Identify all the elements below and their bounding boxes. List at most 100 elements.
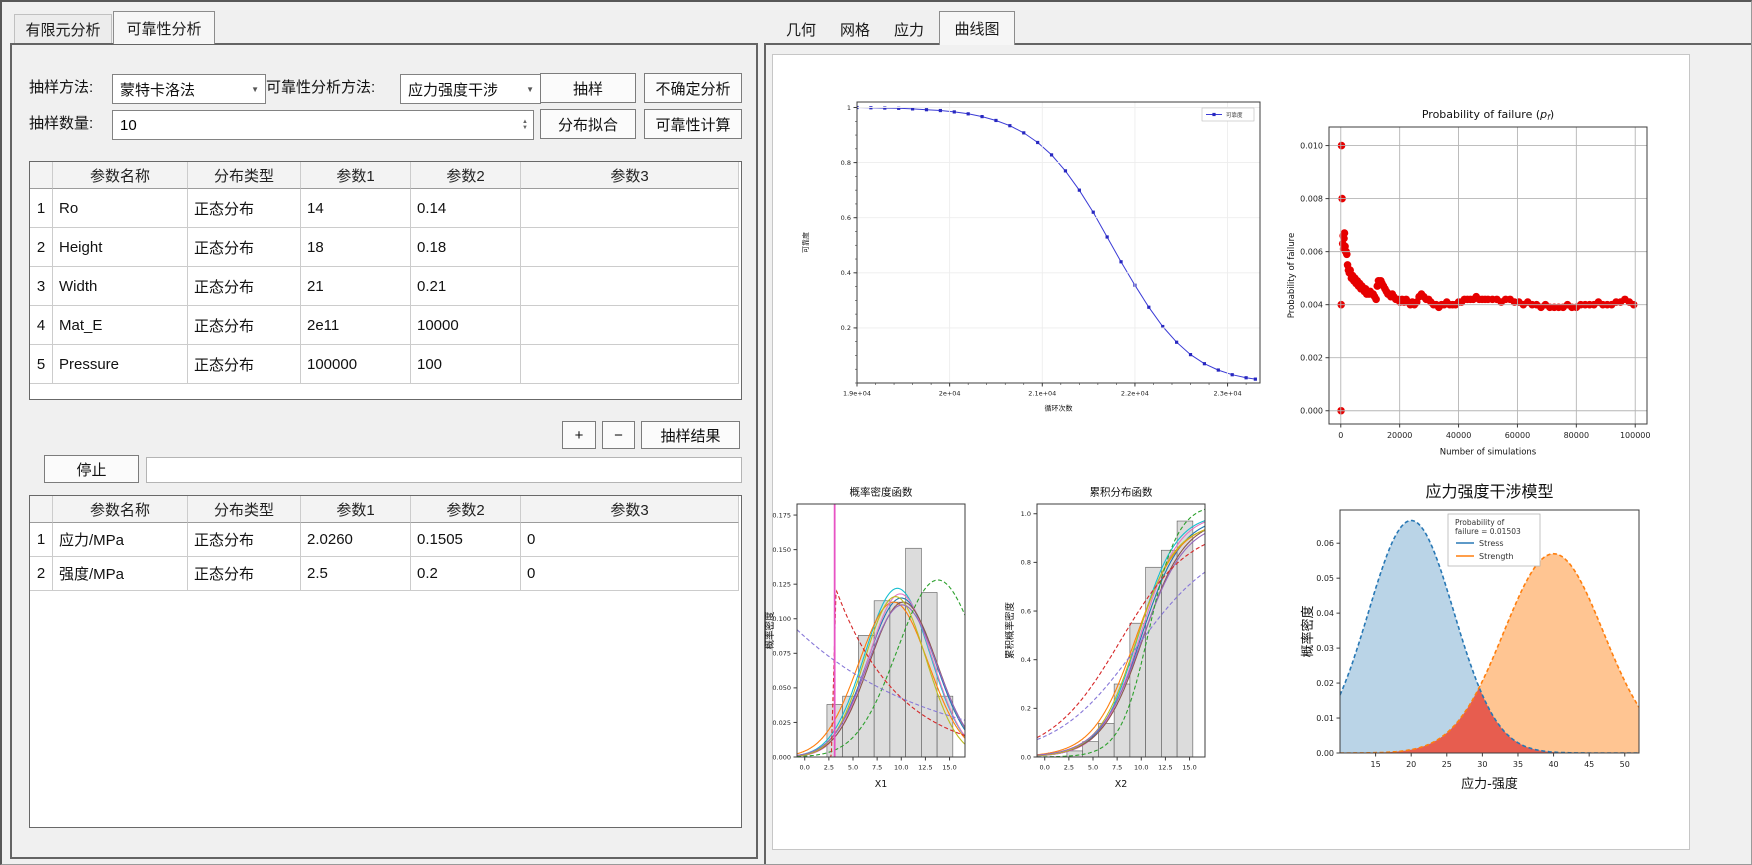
table-cell[interactable]: 0.18 — [411, 228, 521, 267]
svg-text:0: 0 — [1338, 431, 1343, 440]
table-cell[interactable]: 2e11 — [301, 306, 411, 345]
table-cell[interactable]: 正态分布 — [188, 267, 301, 306]
row-number[interactable]: 2 — [30, 228, 53, 267]
tab-curve-plot[interactable]: 曲线图 — [939, 11, 1015, 45]
pdf-histogram-chart: 0.02.55.07.510.012.515.00.0000.0250.0500… — [765, 480, 987, 802]
svg-text:0.075: 0.075 — [772, 650, 791, 658]
svg-text:40: 40 — [1548, 760, 1558, 769]
sampling-method-select[interactable]: 蒙特卡洛法 ▼ — [112, 74, 266, 104]
svg-text:0.0: 0.0 — [1040, 764, 1050, 772]
svg-text:0.0: 0.0 — [800, 764, 810, 772]
table-cell[interactable]: 0.14 — [411, 189, 521, 228]
row-header-corner — [30, 162, 53, 189]
table-cell[interactable]: 2.5 — [301, 557, 411, 591]
table-cell[interactable]: 14 — [301, 189, 411, 228]
spin-down-icon[interactable]: ▼ — [522, 125, 528, 131]
table-cell[interactable]: Mat_E — [53, 306, 188, 345]
table-cell[interactable] — [521, 228, 739, 267]
table-cell[interactable] — [521, 306, 739, 345]
row-number[interactable]: 1 — [30, 523, 53, 557]
column-header: 分布类型 — [188, 162, 301, 189]
table-cell[interactable]: Pressure — [53, 345, 188, 384]
table-cell[interactable]: 10000 — [411, 306, 521, 345]
svg-text:0.002: 0.002 — [1300, 354, 1323, 363]
reliability-curve-chart: 可靠度1.9e+042e+042.1e+042.2e+042.3e+040.20… — [790, 90, 1272, 445]
svg-text:0.00: 0.00 — [1316, 749, 1334, 758]
svg-text:概率密度函数: 概率密度函数 — [850, 486, 913, 499]
stop-button[interactable]: 停止 — [44, 455, 139, 483]
svg-text:0.0: 0.0 — [1021, 753, 1031, 761]
svg-text:15: 15 — [1371, 760, 1381, 769]
tab-label: 曲线图 — [954, 18, 999, 39]
row-number[interactable]: 5 — [30, 345, 53, 384]
svg-text:应力强度干涉模型: 应力强度干涉模型 — [1425, 482, 1553, 501]
svg-text:概率密度: 概率密度 — [1300, 605, 1316, 657]
tab-geometry[interactable]: 几何 — [777, 14, 825, 44]
svg-text:0.2: 0.2 — [1021, 705, 1031, 713]
svg-text:5.0: 5.0 — [848, 764, 858, 772]
distribution-fit-button[interactable]: 分布拟合 — [540, 109, 636, 139]
table-cell[interactable]: Ro — [53, 189, 188, 228]
tab-reliability-analysis[interactable]: 可靠性分析 — [113, 11, 215, 44]
app-window: 有限元分析 可靠性分析 抽样方法: 蒙特卡洛法 ▼ 可靠性分析方法: 应力强度干… — [0, 0, 1752, 865]
table-cell[interactable]: 0.21 — [411, 267, 521, 306]
table-cell[interactable]: 0 — [521, 523, 739, 557]
table-cell[interactable]: 0 — [521, 557, 739, 591]
svg-text:10.0: 10.0 — [1134, 764, 1148, 772]
tab-finite-element-analysis[interactable]: 有限元分析 — [14, 14, 112, 44]
table-row: 4Mat_E正态分布2e1110000 — [30, 306, 741, 345]
svg-text:15.0: 15.0 — [942, 764, 956, 772]
table-cell[interactable]: Height — [53, 228, 188, 267]
svg-text:0.02: 0.02 — [1316, 679, 1334, 688]
table-cell[interactable] — [521, 189, 739, 228]
add-row-button[interactable]: + — [562, 421, 596, 449]
svg-text:0.4: 0.4 — [1021, 656, 1031, 664]
table-cell[interactable]: 正态分布 — [188, 189, 301, 228]
svg-text:0.04: 0.04 — [1316, 609, 1334, 618]
row-number[interactable]: 2 — [30, 557, 53, 591]
sample-button[interactable]: 抽样 — [540, 73, 636, 103]
svg-text:20000: 20000 — [1387, 431, 1412, 440]
row-number[interactable]: 3 — [30, 267, 53, 306]
tab-mesh[interactable]: 网格 — [831, 14, 879, 44]
svg-text:Probability of failure (pf): Probability of failure (pf) — [1422, 108, 1554, 122]
table-cell[interactable]: 正态分布 — [188, 306, 301, 345]
table-cell[interactable]: Width — [53, 267, 188, 306]
svg-text:80000: 80000 — [1564, 431, 1589, 440]
remove-row-button[interactable]: − — [602, 421, 635, 449]
svg-text:12.5: 12.5 — [1158, 764, 1172, 772]
table-cell[interactable]: 18 — [301, 228, 411, 267]
table-row: 2强度/MPa正态分布2.50.20 — [30, 557, 741, 591]
svg-text:20: 20 — [1406, 760, 1416, 769]
table-cell[interactable]: 强度/MPa — [53, 557, 188, 591]
reliability-calc-button[interactable]: 可靠性计算 — [644, 109, 742, 139]
sample-count-label: 抽样数量: — [29, 110, 93, 138]
sample-count-input[interactable] — [113, 117, 517, 134]
table-cell[interactable]: 2.0260 — [301, 523, 411, 557]
row-number[interactable]: 4 — [30, 306, 53, 345]
column-header: 参数名称 — [53, 496, 188, 523]
analysis-method-select[interactable]: 应力强度干涉 ▼ — [400, 74, 541, 104]
table-cell[interactable]: 21 — [301, 267, 411, 306]
sampling-result-button[interactable]: 抽样结果 — [641, 421, 740, 449]
table-cell[interactable]: 100000 — [301, 345, 411, 384]
table-cell[interactable] — [521, 267, 739, 306]
table-cell[interactable]: 正态分布 — [188, 557, 301, 591]
table-row: 5Pressure正态分布100000100 — [30, 345, 741, 384]
table-cell[interactable]: 正态分布 — [188, 345, 301, 384]
table-cell[interactable]: 0.1505 — [411, 523, 521, 557]
uncertainty-analysis-button[interactable]: 不确定分析 — [644, 73, 742, 103]
svg-text:0.006: 0.006 — [1300, 248, 1323, 257]
table-cell[interactable]: 正态分布 — [188, 523, 301, 557]
table-cell[interactable] — [521, 345, 739, 384]
row-number[interactable]: 1 — [30, 189, 53, 228]
table-cell[interactable]: 应力/MPa — [53, 523, 188, 557]
svg-text:7.5: 7.5 — [872, 764, 882, 772]
table-cell[interactable]: 100 — [411, 345, 521, 384]
svg-text:0.8: 0.8 — [841, 159, 851, 167]
table-cell[interactable]: 0.2 — [411, 557, 521, 591]
tab-stress[interactable]: 应力 — [885, 14, 933, 44]
svg-text:X2: X2 — [1115, 779, 1128, 790]
table-cell[interactable]: 正态分布 — [188, 228, 301, 267]
column-header: 参数名称 — [53, 162, 188, 189]
